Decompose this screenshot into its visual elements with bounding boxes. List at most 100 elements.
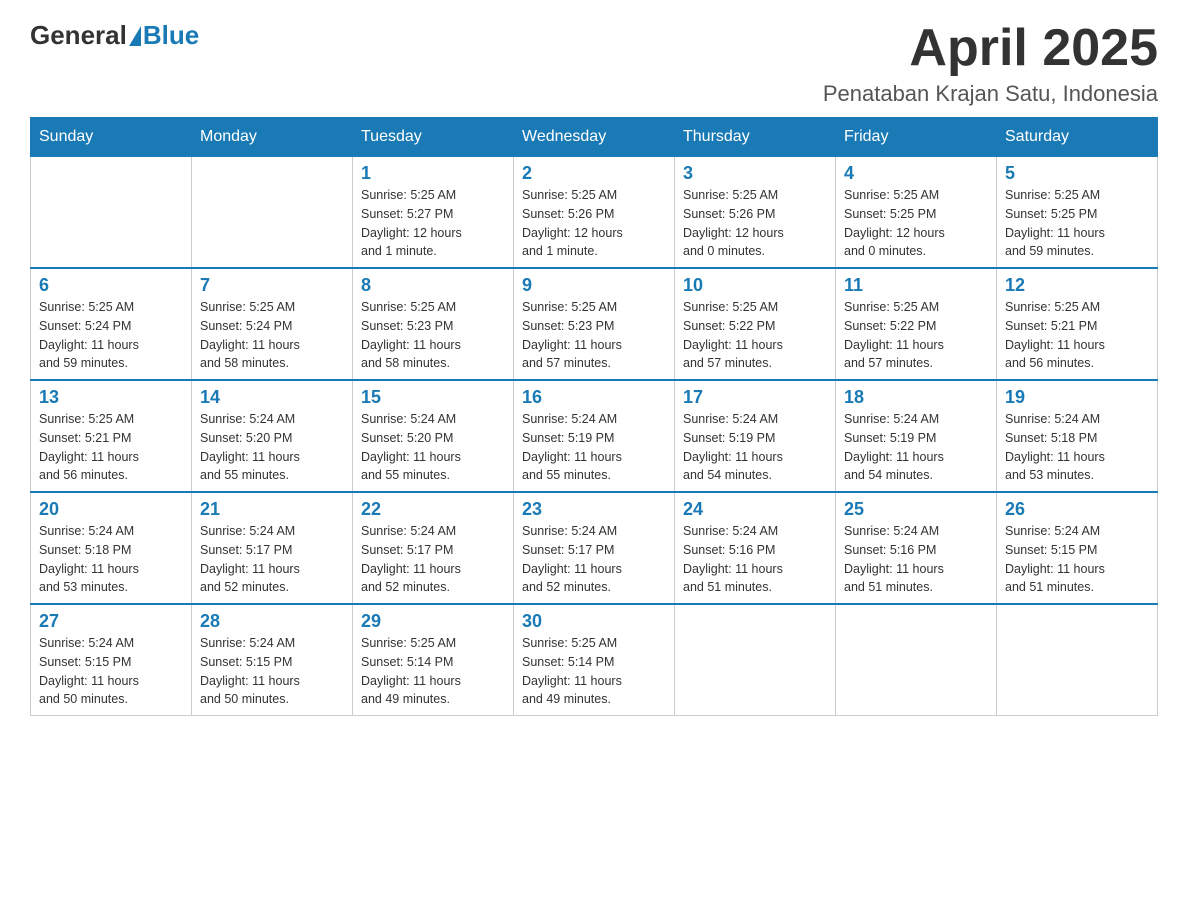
day-number: 24: [683, 499, 827, 520]
calendar-day-cell: 4Sunrise: 5:25 AMSunset: 5:25 PMDaylight…: [836, 157, 997, 269]
calendar-day-cell: 14Sunrise: 5:24 AMSunset: 5:20 PMDayligh…: [192, 380, 353, 492]
day-info: Sunrise: 5:24 AMSunset: 5:15 PMDaylight:…: [200, 634, 344, 709]
day-info: Sunrise: 5:24 AMSunset: 5:20 PMDaylight:…: [200, 410, 344, 485]
calendar-day-cell: 5Sunrise: 5:25 AMSunset: 5:25 PMDaylight…: [997, 157, 1158, 269]
calendar-day-cell: 21Sunrise: 5:24 AMSunset: 5:17 PMDayligh…: [192, 492, 353, 604]
calendar-day-cell: 10Sunrise: 5:25 AMSunset: 5:22 PMDayligh…: [675, 268, 836, 380]
day-info: Sunrise: 5:24 AMSunset: 5:17 PMDaylight:…: [522, 522, 666, 597]
day-number: 19: [1005, 387, 1149, 408]
logo: General Blue: [30, 20, 199, 51]
calendar-week-row: 6Sunrise: 5:25 AMSunset: 5:24 PMDaylight…: [31, 268, 1158, 380]
calendar-day-cell: 26Sunrise: 5:24 AMSunset: 5:15 PMDayligh…: [997, 492, 1158, 604]
calendar-day-cell: 12Sunrise: 5:25 AMSunset: 5:21 PMDayligh…: [997, 268, 1158, 380]
day-number: 4: [844, 163, 988, 184]
calendar-day-cell: [997, 604, 1158, 716]
location-title: Penataban Krajan Satu, Indonesia: [823, 81, 1158, 107]
day-number: 20: [39, 499, 183, 520]
day-info: Sunrise: 5:24 AMSunset: 5:19 PMDaylight:…: [522, 410, 666, 485]
calendar-day-cell: 27Sunrise: 5:24 AMSunset: 5:15 PMDayligh…: [31, 604, 192, 716]
calendar-day-cell: 1Sunrise: 5:25 AMSunset: 5:27 PMDaylight…: [353, 157, 514, 269]
calendar-day-cell: 19Sunrise: 5:24 AMSunset: 5:18 PMDayligh…: [997, 380, 1158, 492]
day-number: 1: [361, 163, 505, 184]
weekday-header-thursday: Thursday: [675, 118, 836, 157]
calendar-day-cell: 7Sunrise: 5:25 AMSunset: 5:24 PMDaylight…: [192, 268, 353, 380]
title-block: April 2025 Penataban Krajan Satu, Indone…: [823, 20, 1158, 107]
day-number: 8: [361, 275, 505, 296]
calendar-day-cell: 9Sunrise: 5:25 AMSunset: 5:23 PMDaylight…: [514, 268, 675, 380]
day-number: 14: [200, 387, 344, 408]
day-number: 13: [39, 387, 183, 408]
day-info: Sunrise: 5:24 AMSunset: 5:16 PMDaylight:…: [683, 522, 827, 597]
day-info: Sunrise: 5:24 AMSunset: 5:16 PMDaylight:…: [844, 522, 988, 597]
day-info: Sunrise: 5:24 AMSunset: 5:19 PMDaylight:…: [844, 410, 988, 485]
day-number: 29: [361, 611, 505, 632]
calendar-day-cell: 6Sunrise: 5:25 AMSunset: 5:24 PMDaylight…: [31, 268, 192, 380]
day-number: 3: [683, 163, 827, 184]
day-info: Sunrise: 5:25 AMSunset: 5:22 PMDaylight:…: [683, 298, 827, 373]
day-info: Sunrise: 5:25 AMSunset: 5:25 PMDaylight:…: [844, 186, 988, 261]
calendar-day-cell: 16Sunrise: 5:24 AMSunset: 5:19 PMDayligh…: [514, 380, 675, 492]
day-number: 12: [1005, 275, 1149, 296]
logo-general-text: General: [30, 20, 127, 51]
day-info: Sunrise: 5:24 AMSunset: 5:15 PMDaylight:…: [39, 634, 183, 709]
calendar-day-cell: 15Sunrise: 5:24 AMSunset: 5:20 PMDayligh…: [353, 380, 514, 492]
day-info: Sunrise: 5:24 AMSunset: 5:17 PMDaylight:…: [361, 522, 505, 597]
weekday-header-saturday: Saturday: [997, 118, 1158, 157]
day-info: Sunrise: 5:25 AMSunset: 5:27 PMDaylight:…: [361, 186, 505, 261]
weekday-header-tuesday: Tuesday: [353, 118, 514, 157]
calendar-week-row: 1Sunrise: 5:25 AMSunset: 5:27 PMDaylight…: [31, 157, 1158, 269]
calendar-day-cell: [836, 604, 997, 716]
logo-blue-text: Blue: [143, 20, 199, 51]
calendar-week-row: 20Sunrise: 5:24 AMSunset: 5:18 PMDayligh…: [31, 492, 1158, 604]
day-info: Sunrise: 5:25 AMSunset: 5:26 PMDaylight:…: [683, 186, 827, 261]
day-number: 7: [200, 275, 344, 296]
weekday-header-wednesday: Wednesday: [514, 118, 675, 157]
day-info: Sunrise: 5:24 AMSunset: 5:18 PMDaylight:…: [39, 522, 183, 597]
day-number: 22: [361, 499, 505, 520]
calendar-day-cell: 17Sunrise: 5:24 AMSunset: 5:19 PMDayligh…: [675, 380, 836, 492]
calendar-day-cell: [31, 157, 192, 269]
calendar-day-cell: 22Sunrise: 5:24 AMSunset: 5:17 PMDayligh…: [353, 492, 514, 604]
page-header: General Blue April 2025 Penataban Krajan…: [30, 20, 1158, 107]
calendar-day-cell: 24Sunrise: 5:24 AMSunset: 5:16 PMDayligh…: [675, 492, 836, 604]
calendar-day-cell: 11Sunrise: 5:25 AMSunset: 5:22 PMDayligh…: [836, 268, 997, 380]
day-number: 17: [683, 387, 827, 408]
day-info: Sunrise: 5:25 AMSunset: 5:14 PMDaylight:…: [522, 634, 666, 709]
calendar-week-row: 27Sunrise: 5:24 AMSunset: 5:15 PMDayligh…: [31, 604, 1158, 716]
weekday-header-monday: Monday: [192, 118, 353, 157]
calendar-day-cell: [675, 604, 836, 716]
calendar-day-cell: 20Sunrise: 5:24 AMSunset: 5:18 PMDayligh…: [31, 492, 192, 604]
day-number: 16: [522, 387, 666, 408]
day-info: Sunrise: 5:25 AMSunset: 5:14 PMDaylight:…: [361, 634, 505, 709]
day-number: 10: [683, 275, 827, 296]
day-number: 18: [844, 387, 988, 408]
day-info: Sunrise: 5:25 AMSunset: 5:25 PMDaylight:…: [1005, 186, 1149, 261]
day-number: 9: [522, 275, 666, 296]
calendar-day-cell: 28Sunrise: 5:24 AMSunset: 5:15 PMDayligh…: [192, 604, 353, 716]
calendar-body: 1Sunrise: 5:25 AMSunset: 5:27 PMDaylight…: [31, 157, 1158, 716]
day-number: 26: [1005, 499, 1149, 520]
day-info: Sunrise: 5:24 AMSunset: 5:20 PMDaylight:…: [361, 410, 505, 485]
day-info: Sunrise: 5:25 AMSunset: 5:21 PMDaylight:…: [39, 410, 183, 485]
day-number: 15: [361, 387, 505, 408]
day-info: Sunrise: 5:24 AMSunset: 5:18 PMDaylight:…: [1005, 410, 1149, 485]
calendar-day-cell: 3Sunrise: 5:25 AMSunset: 5:26 PMDaylight…: [675, 157, 836, 269]
day-info: Sunrise: 5:25 AMSunset: 5:24 PMDaylight:…: [39, 298, 183, 373]
day-number: 23: [522, 499, 666, 520]
calendar-day-cell: 13Sunrise: 5:25 AMSunset: 5:21 PMDayligh…: [31, 380, 192, 492]
weekday-header-sunday: Sunday: [31, 118, 192, 157]
day-number: 30: [522, 611, 666, 632]
day-info: Sunrise: 5:24 AMSunset: 5:15 PMDaylight:…: [1005, 522, 1149, 597]
day-number: 6: [39, 275, 183, 296]
day-info: Sunrise: 5:24 AMSunset: 5:19 PMDaylight:…: [683, 410, 827, 485]
day-number: 27: [39, 611, 183, 632]
calendar-week-row: 13Sunrise: 5:25 AMSunset: 5:21 PMDayligh…: [31, 380, 1158, 492]
day-number: 21: [200, 499, 344, 520]
calendar-day-cell: 18Sunrise: 5:24 AMSunset: 5:19 PMDayligh…: [836, 380, 997, 492]
day-number: 5: [1005, 163, 1149, 184]
day-info: Sunrise: 5:25 AMSunset: 5:22 PMDaylight:…: [844, 298, 988, 373]
calendar-table: SundayMondayTuesdayWednesdayThursdayFrid…: [30, 117, 1158, 716]
month-title: April 2025: [823, 20, 1158, 77]
calendar-header: SundayMondayTuesdayWednesdayThursdayFrid…: [31, 118, 1158, 157]
calendar-day-cell: 30Sunrise: 5:25 AMSunset: 5:14 PMDayligh…: [514, 604, 675, 716]
